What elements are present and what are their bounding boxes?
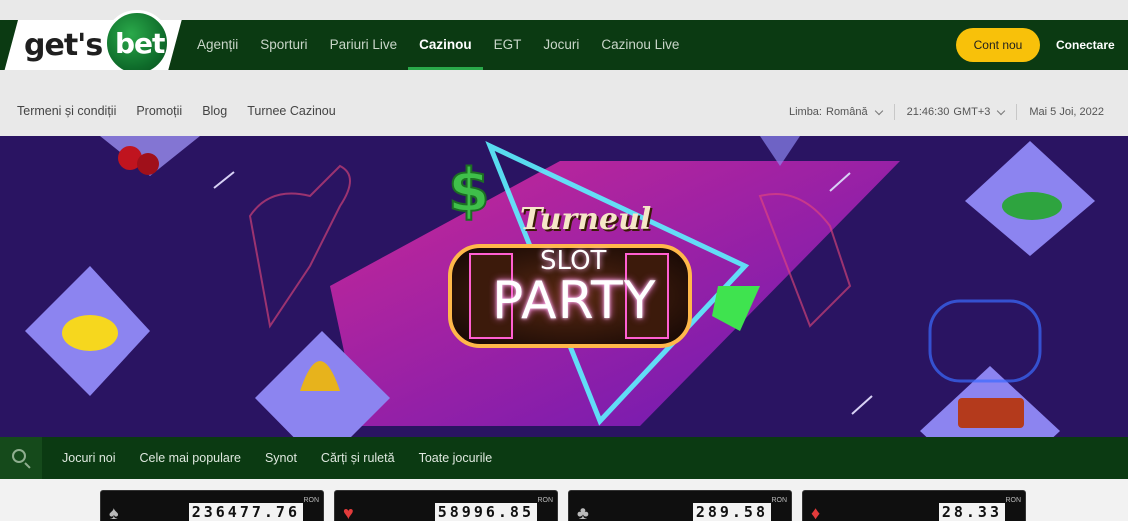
cat-synot[interactable]: Synot [265, 437, 297, 479]
nav-sporturi[interactable]: Sporturi [249, 20, 318, 70]
banner-title-script: Turneul [520, 202, 652, 237]
logo-ball: bet [104, 10, 170, 76]
nav-jocuri[interactable]: Jocuri [532, 20, 590, 70]
main-nav: Agenții Sporturi Pariuri Live Cazinou EG… [186, 20, 690, 70]
logo[interactable]: get's bet [0, 10, 185, 76]
chevron-down-icon [997, 106, 1006, 115]
jackpot-currency: RON [537, 497, 553, 504]
link-termeni[interactable]: Termeni și condiții [17, 104, 116, 118]
cat-carti-si-ruleta[interactable]: Cărți și ruletă [321, 437, 395, 479]
language-label: Limba: [788, 106, 822, 118]
jackpot-currency: RON [303, 497, 319, 504]
link-promotii[interactable]: Promoții [136, 104, 182, 118]
cat-jocuri-noi[interactable]: Jocuri noi [62, 437, 116, 479]
diamond-icon: ♦ [811, 503, 821, 521]
banner-title-party: PARTY [492, 271, 657, 331]
jackpot-value: 28.33 [938, 503, 1005, 521]
date-display: Mai 5 Joi, 2022 [1017, 106, 1116, 118]
heart-icon: ♥ [343, 503, 354, 521]
search-icon [12, 449, 26, 463]
timezone-select[interactable]: 21:46:30 GMT+3 [895, 106, 1017, 118]
jackpot-spades: ♠ 236477.76 RON [100, 490, 324, 521]
sub-navbar [0, 70, 1128, 136]
logo-text-right: bet [115, 27, 165, 60]
svg-text:$: $ [448, 156, 490, 226]
locale-bar: Limba: Română 21:46:30 GMT+3 Mai 5 Joi, … [777, 104, 1116, 120]
jackpot-hearts: ♥ 58996.85 RON [334, 490, 558, 521]
search-button[interactable] [0, 437, 42, 479]
jackpot-currency: RON [1005, 497, 1021, 504]
jackpot-value: 236477.76 [188, 503, 303, 521]
language-select[interactable]: Limba: Română [777, 106, 894, 118]
jackpot-value: 58996.85 [434, 503, 537, 521]
chevron-down-icon [874, 106, 883, 115]
cat-cele-mai-populare[interactable]: Cele mai populare [140, 437, 241, 479]
login-button[interactable]: Conectare [1056, 28, 1115, 62]
jackpot-diamonds: ♦ 28.33 RON [802, 490, 1026, 521]
spade-icon: ♠ [109, 503, 119, 521]
language-value: Română [826, 106, 868, 118]
clock-time: 21:46:30 [906, 106, 950, 118]
signup-button[interactable]: Cont nou [956, 28, 1040, 62]
jackpot-currency: RON [771, 497, 787, 504]
cat-toate-jocurile[interactable]: Toate jocurile [419, 437, 493, 479]
nav-cazinou[interactable]: Cazinou [408, 20, 483, 70]
club-icon: ♣ [577, 503, 589, 521]
page: get's bet Agenții Sporturi Pariuri Live … [0, 0, 1128, 521]
jackpot-value: 289.58 [692, 503, 771, 521]
top-strip [0, 0, 1128, 20]
game-categories: Jocuri noi Cele mai populare Synot Cărți… [62, 437, 492, 479]
link-turnee[interactable]: Turnee Cazinou [247, 104, 335, 118]
date-value: Mai 5 Joi, 2022 [1029, 106, 1104, 118]
timezone-value: GMT+3 [953, 106, 991, 118]
sub-links: Termeni și condiții Promoții Blog Turnee… [17, 104, 336, 118]
nav-pariuri-live[interactable]: Pariuri Live [319, 20, 409, 70]
nav-agentii[interactable]: Agenții [186, 20, 249, 70]
jackpot-clubs: ♣ 289.58 RON [568, 490, 792, 521]
promo-banner[interactable]: $ Turneul SLOT PARTY [0, 136, 1128, 437]
logo-text-left: get's [24, 28, 103, 63]
nav-egt[interactable]: EGT [483, 20, 533, 70]
link-blog[interactable]: Blog [202, 104, 227, 118]
nav-cazinou-live[interactable]: Cazinou Live [590, 20, 690, 70]
